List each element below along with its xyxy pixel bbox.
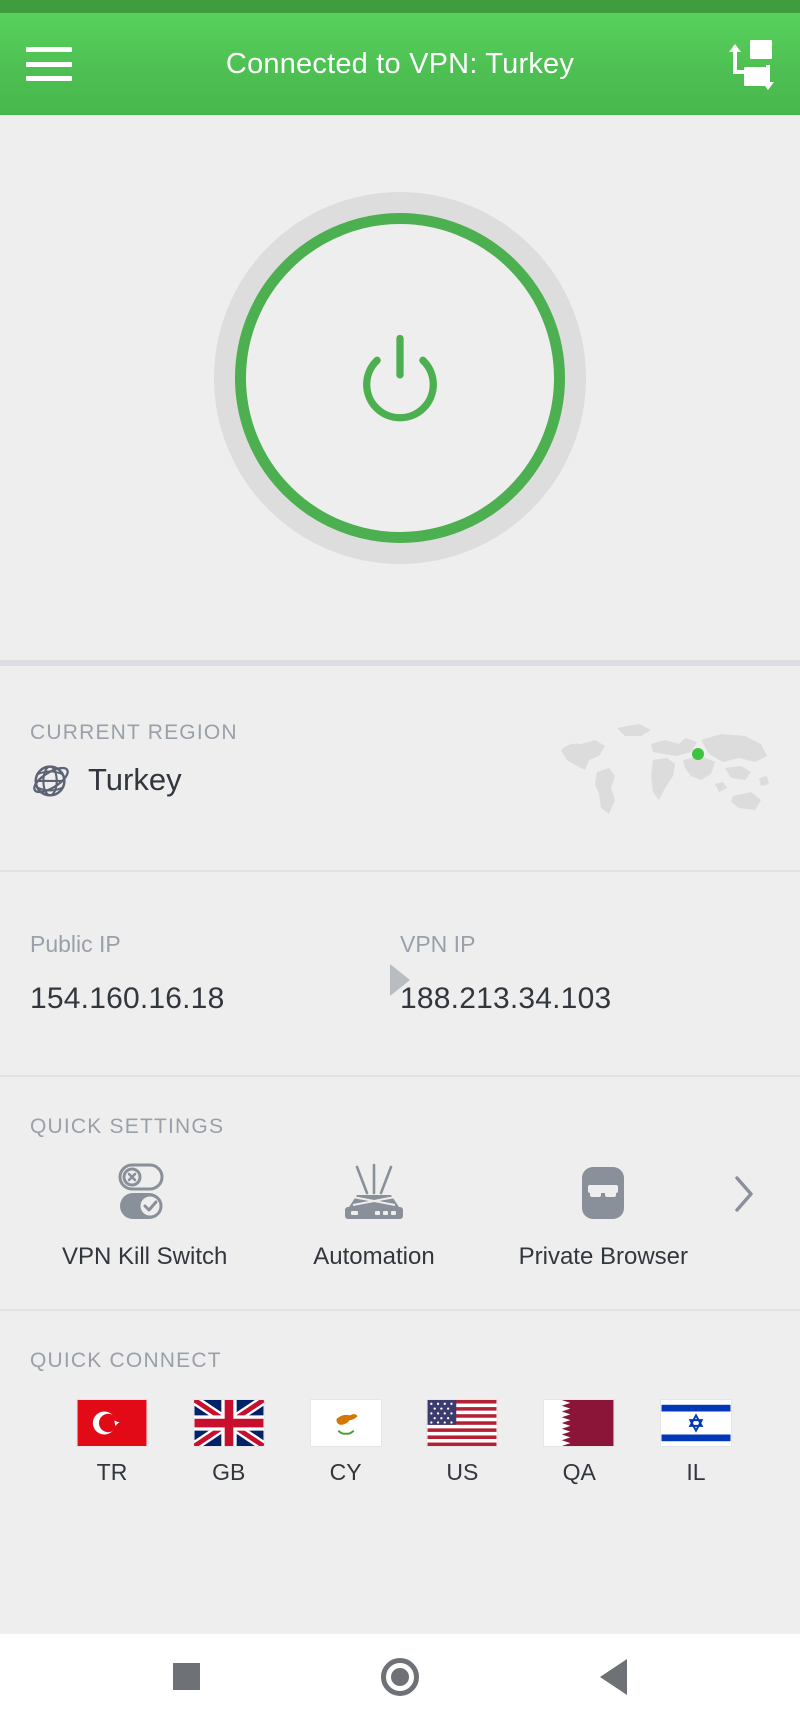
incognito-mask-icon-wrap [489,1163,718,1225]
quick-setting-vpn-kill-switch[interactable]: VPN Kill Switch [30,1163,259,1271]
right-triangle-icon [390,964,410,996]
current-region-row[interactable]: Turkey [30,759,770,801]
vpn-ip-column: VPN IP 188.213.34.103 [400,931,770,1016]
current-region-label: CURRENT REGION [30,721,238,744]
quick-connect-section: QUICK CONNECT TR GB CY US QA IL [0,1311,800,1633]
quick-connect-code: US [446,1459,479,1485]
quick-connect-code: TR [96,1459,128,1485]
quick-settings-label: QUICK SETTINGS [30,1115,225,1138]
app-screen: Connected to VPN: Turkey CURRENT REGION [0,0,800,1719]
public-ip-column: Public IP 154.160.16.18 [30,931,400,1016]
status-bar [0,0,800,13]
quick-connect-code: GB [212,1459,246,1485]
vpn-ip-label: VPN IP [400,931,476,957]
power-button[interactable] [214,191,586,564]
quick-setting-label: Private Browser [518,1243,689,1270]
kill-switch-icon-wrap [30,1163,259,1225]
quick-connect-item-us[interactable]: US [416,1399,508,1486]
power-icon [363,334,437,421]
app-bar: Connected to VPN: Turkey [0,13,800,115]
flag-cy [309,1399,382,1447]
current-region-section[interactable]: CURRENT REGION Turkey [0,666,800,872]
data-transfer-icon[interactable] [726,38,774,90]
vpn-ip-value: 188.213.34.103 [400,982,612,1015]
app-bar-title: Connected to VPN: Turkey [225,47,575,80]
quick-setting-label: Automation [313,1243,435,1270]
connection-hero [0,115,800,666]
globe-icon [33,765,69,797]
quick-settings-grid: VPN Kill Switch Automation Private Brows… [30,1163,770,1271]
incognito-mask-icon [582,1167,625,1219]
flag-tr [76,1399,148,1447]
router-icon [344,1163,403,1219]
quick-connect-code: IL [686,1459,706,1485]
quick-connect-label: QUICK CONNECT [30,1349,222,1372]
triangle-back-icon[interactable] [583,1647,643,1707]
current-region-name: Turkey [88,762,182,797]
public-ip-value: 154.160.16.18 [30,982,225,1015]
quick-setting-label: VPN Kill Switch [61,1243,228,1270]
quick-connect-item-tr[interactable]: TR [66,1399,158,1486]
quick-setting-private-browser[interactable]: Private Browser [489,1163,718,1271]
quick-setting-automation[interactable]: Automation [259,1163,488,1271]
quick-connect-grid: TR GB CY US QA IL [30,1399,770,1486]
quick-connect-item-qa[interactable]: QA [533,1399,625,1486]
android-navigation-bar [0,1633,800,1719]
flag-qa [543,1399,616,1447]
quick-connect-code: QA [562,1459,596,1485]
hamburger-menu-icon[interactable] [26,47,72,81]
square-recents-icon[interactable] [157,1647,217,1707]
power-ring [235,212,565,543]
router-icon-wrap [259,1163,488,1225]
quick-connect-item-gb[interactable]: GB [183,1399,275,1486]
quick-connect-code: CY [329,1459,362,1485]
circle-home-icon[interactable] [370,1647,430,1707]
flag-il [659,1399,732,1447]
public-ip-label: Public IP [30,931,121,957]
quick-settings-section: QUICK SETTINGS VPN Kill Switch Automatio… [0,1077,800,1311]
flag-gb [192,1399,265,1447]
quick-connect-item-il[interactable]: IL [650,1399,742,1486]
kill-switch-icon [118,1163,164,1219]
flag-us [426,1399,499,1447]
ip-section: Public IP 154.160.16.18 VPN IP 188.213.3… [0,872,800,1077]
chevron-right-icon[interactable] [718,1163,770,1225]
quick-connect-item-cy[interactable]: CY [300,1399,392,1486]
